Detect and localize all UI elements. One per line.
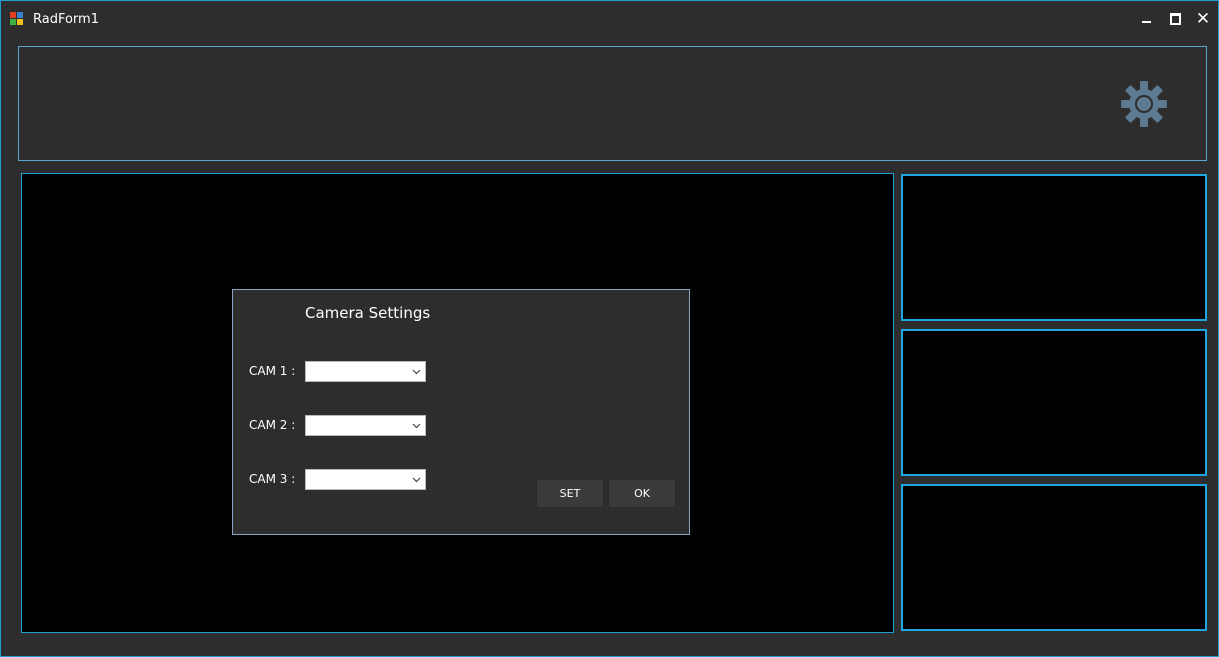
cam-3-label: CAM 3 :	[249, 472, 296, 486]
chevron-down-icon	[412, 477, 421, 483]
close-icon: ✕	[1195, 9, 1211, 29]
gear-icon	[1121, 81, 1167, 127]
title-bar[interactable]: RadForm1 ✕	[1, 1, 1218, 37]
cam-2-select[interactable]	[305, 415, 426, 436]
app-form-icon	[10, 12, 23, 25]
camera-settings-dialog: Camera Settings CAM 1 : CAM 2 : CAM 3 : …	[232, 289, 690, 535]
settings-button[interactable]	[1120, 80, 1168, 128]
window-title: RadForm1	[33, 12, 99, 27]
maximize-button[interactable]	[1164, 9, 1186, 29]
app-window: RadForm1 ✕ Camera Settings CAM 1: CAM 2…	[0, 0, 1219, 657]
chevron-down-icon	[412, 369, 421, 375]
maximize-icon	[1170, 13, 1181, 25]
cam-2-label: CAM 2 :	[249, 418, 296, 432]
close-button[interactable]: ✕	[1192, 9, 1214, 29]
dialog-title: Camera Settings	[305, 304, 431, 322]
ok-button[interactable]: OK	[609, 480, 675, 507]
top-toolbar-panel	[18, 46, 1207, 161]
chevron-down-icon	[412, 423, 421, 429]
cam-1-label: CAM 1 :	[249, 364, 296, 378]
minimize-icon	[1142, 21, 1151, 23]
side-camera-view-3[interactable]	[901, 484, 1207, 631]
side-camera-view-2[interactable]	[901, 329, 1207, 476]
set-button[interactable]: SET	[537, 480, 603, 507]
cam-3-select[interactable]	[305, 469, 426, 490]
side-camera-view-1[interactable]	[901, 174, 1207, 321]
cam-1-select[interactable]	[305, 361, 426, 382]
minimize-button[interactable]	[1136, 9, 1158, 29]
